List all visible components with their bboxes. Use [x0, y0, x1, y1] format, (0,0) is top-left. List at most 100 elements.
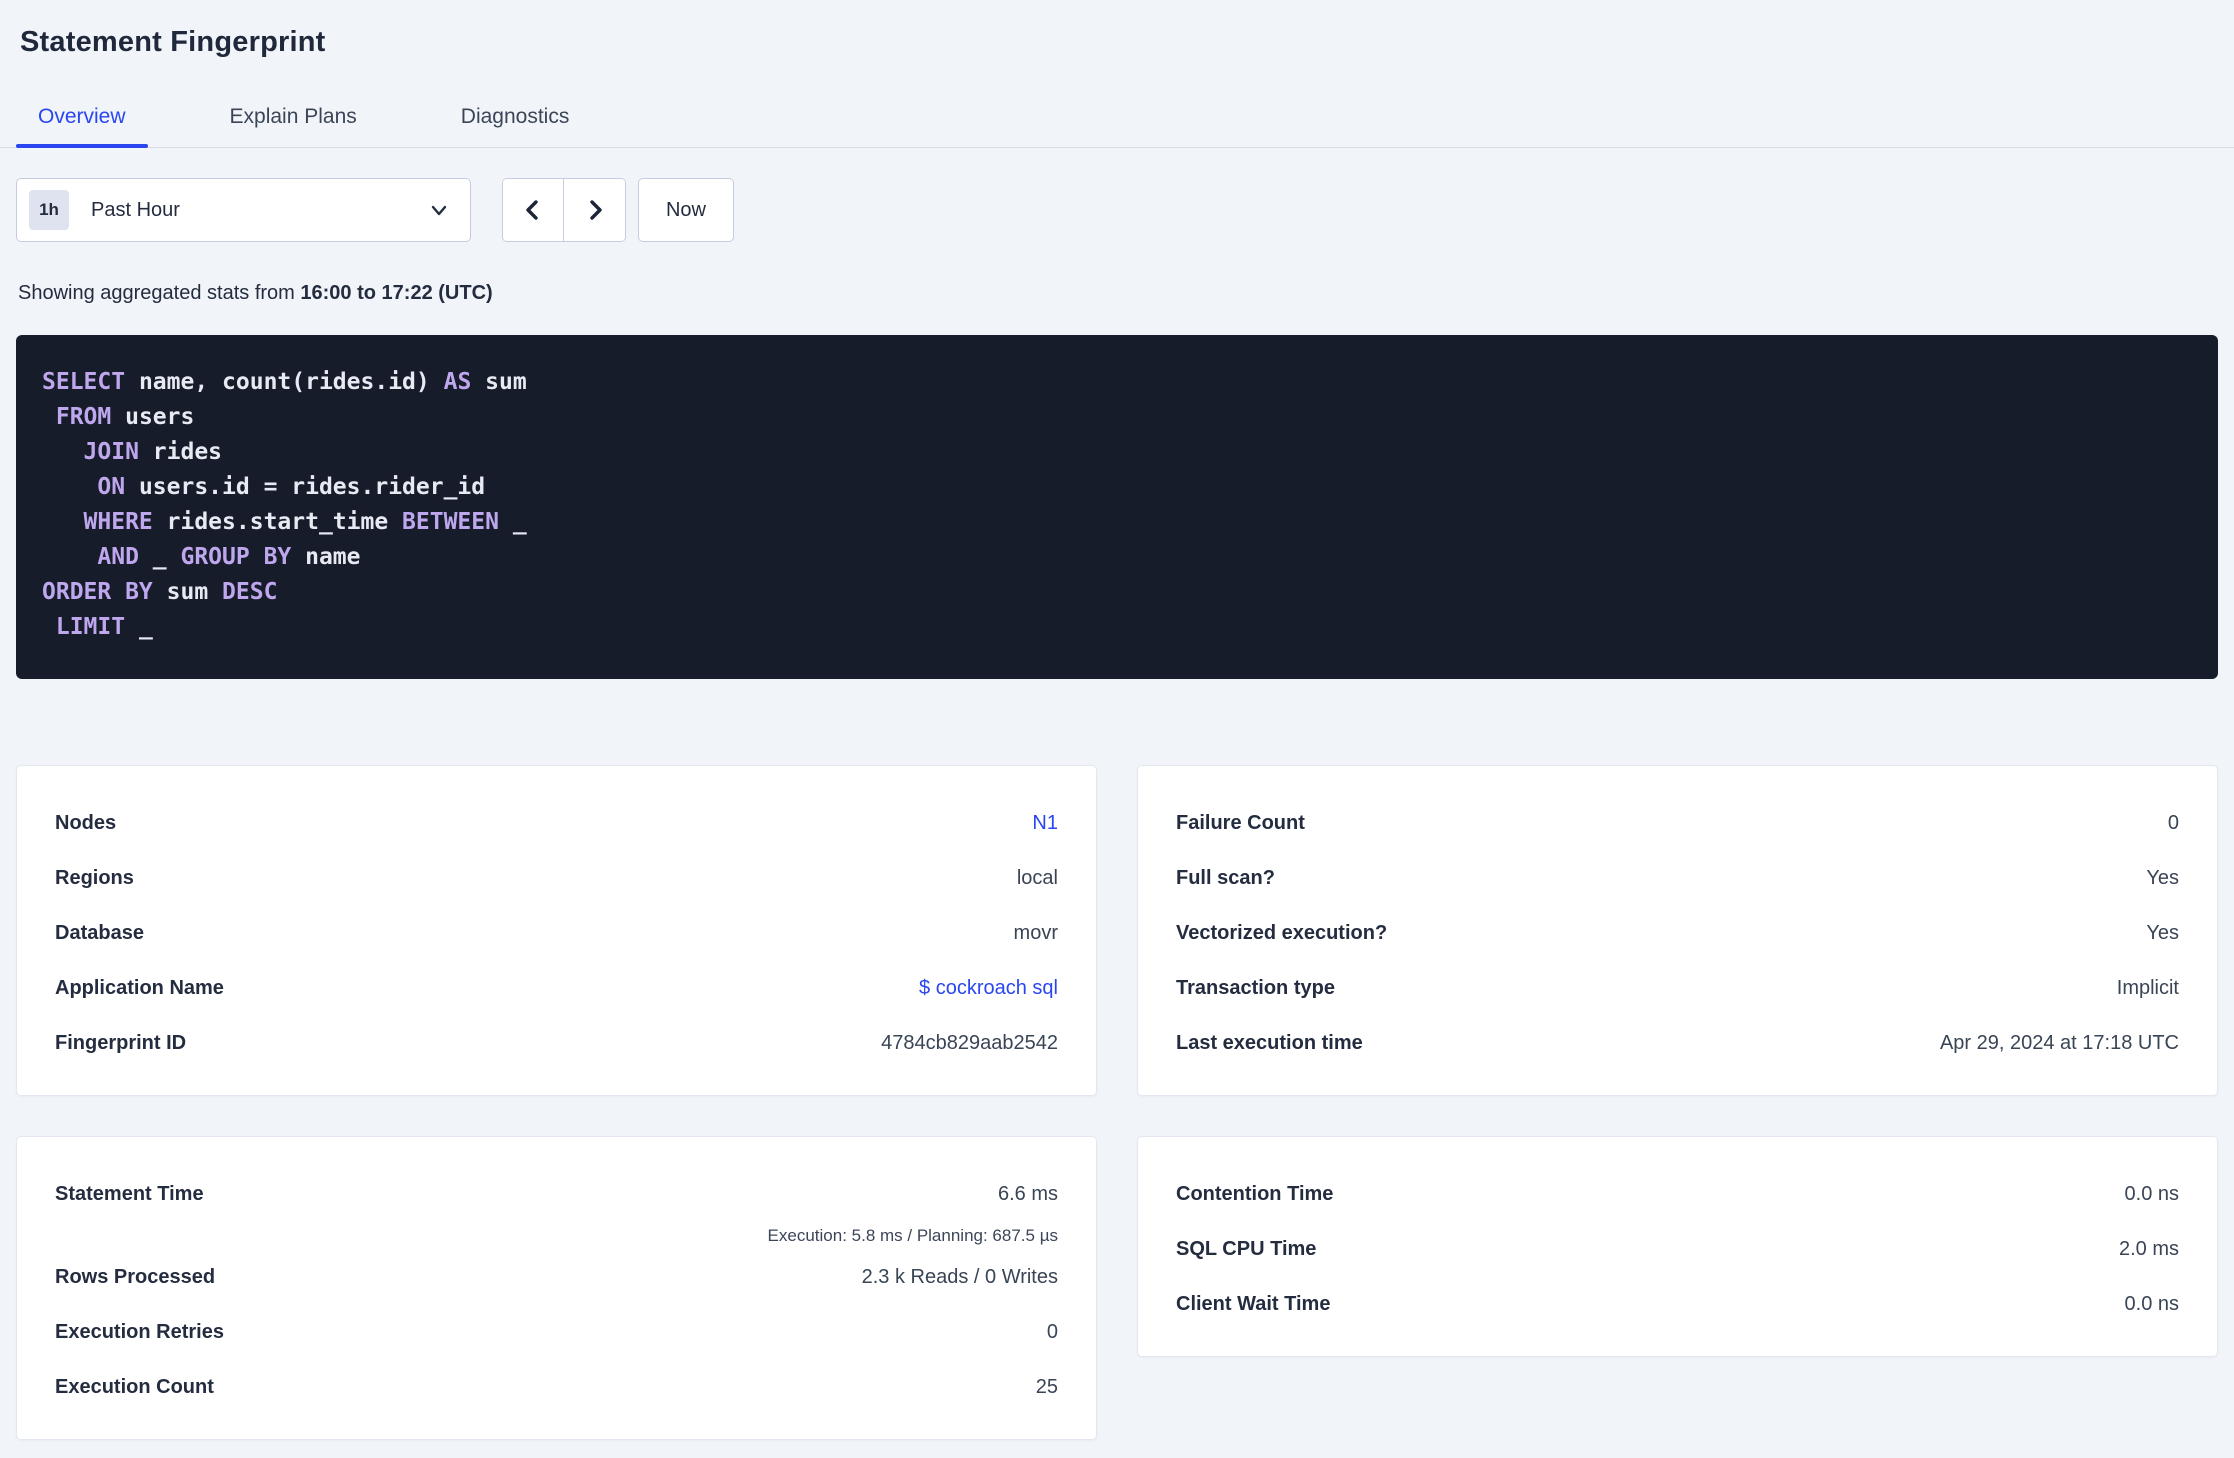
stat-label-transaction-type: Transaction type: [1176, 977, 1335, 999]
wait-time-card: Contention Time 0.0 ns SQL CPU Time 2.0 ms C…: [1137, 1136, 2218, 1357]
stat-value-vectorized-execution: Yes: [2146, 922, 2179, 944]
caption-range: 16:00 to 17:22 (UTC): [300, 282, 493, 304]
stat-value-wrap: 2.0 ms: [2119, 1222, 2179, 1277]
stat-label-execution-retries: Execution Retries: [55, 1321, 224, 1343]
sql-statement-box: SELECT name, count(rides.id) AS sum FROM…: [16, 335, 2218, 679]
stat-row: Transaction type Implicit: [1176, 961, 2179, 1016]
stat-value-database: movr: [1013, 922, 1058, 944]
aggregated-stats-caption: Showing aggregated stats from 16:00 to 1…: [16, 282, 2218, 305]
stat-value-nodes[interactable]: N1: [1032, 796, 1058, 851]
sql-line: FROM users: [42, 400, 2192, 435]
stat-value-wrap: 4784cb829aab2542: [881, 1016, 1058, 1071]
statement-details-card: Nodes N1 Regions local Database movr Applicati…: [16, 765, 1097, 1096]
stat-value-transaction-type: Implicit: [2116, 977, 2179, 999]
stat-value-wrap: $ cockroach sql: [919, 961, 1058, 1016]
sql-line: WHERE rides.start_time BETWEEN _: [42, 505, 2192, 540]
stat-subvalue-statement-time: Execution: 5.8 ms / Planning: 687.5 µs: [767, 1226, 1058, 1245]
stat-value-fingerprint-id: 4784cb829aab2542: [881, 1032, 1058, 1054]
sql-keyword: DESC: [222, 579, 278, 605]
stat-label-statement-time: Statement Time: [55, 1183, 204, 1205]
sql-keyword: AS: [443, 369, 472, 395]
tab-explain-plans[interactable]: Explain Plans: [208, 95, 379, 147]
statement-fingerprint-page: Statement Fingerprint Overview Explain Pl…: [0, 0, 2234, 1458]
stat-row: Database movr: [55, 906, 1058, 961]
stat-row: Execution Count 25: [55, 1360, 1058, 1415]
stat-row: Client Wait Time 0.0 ns: [1176, 1277, 2179, 1332]
stat-value-wrap: 2.3 k Reads / 0 Writes: [862, 1250, 1058, 1305]
sql-keyword: JOIN: [83, 439, 139, 465]
sql-line: AND _ GROUP BY name: [42, 540, 2192, 575]
time-controls: 1h Past Hour Now: [16, 178, 2218, 242]
stat-value-last-execution-time: Apr 29, 2024 at 17:18 UTC: [1939, 1032, 2179, 1054]
stat-value-sql-cpu-time: 2.0 ms: [2118, 1238, 2179, 1260]
stat-value-wrap: Yes: [2146, 906, 2179, 961]
stat-value-statement-time: 6.6 ms: [997, 1183, 1058, 1205]
execution-attributes-card: Failure Count 0 Full scan? Yes Vectorized ex…: [1137, 765, 2218, 1096]
now-button[interactable]: Now: [638, 178, 734, 242]
stat-value-wrap: 25: [1036, 1360, 1058, 1415]
stat-row: SQL CPU Time 2.0 ms: [1176, 1222, 2179, 1277]
stat-label-application-name: Application Name: [55, 977, 224, 999]
stat-label-execution-count: Execution Count: [55, 1376, 214, 1398]
time-pager: [502, 178, 626, 242]
page-title: Statement Fingerprint: [20, 26, 326, 58]
chevron-down-icon: [428, 199, 450, 221]
sql-line: ORDER BY sum DESC: [42, 575, 2192, 610]
stat-row: Nodes N1: [55, 796, 1058, 851]
next-time-button[interactable]: [564, 179, 625, 241]
sql-keyword: SELECT: [42, 369, 126, 395]
stat-label-sql-cpu-time: SQL CPU Time: [1176, 1238, 1317, 1260]
sql-text: users: [111, 404, 195, 430]
stat-row: Vectorized execution? Yes: [1176, 906, 2179, 961]
stat-value-wrap: movr: [1014, 906, 1058, 961]
stat-label-nodes: Nodes: [55, 812, 117, 834]
statement-time-card: Statement Time 6.6 ms Execution: 5.8 ms / …: [16, 1136, 1097, 1440]
prev-time-button[interactable]: [503, 179, 564, 241]
time-range-label: Past Hour: [91, 198, 180, 221]
sql-keyword: LIMIT: [55, 614, 126, 640]
time-range-dropdown[interactable]: 1h Past Hour: [16, 178, 471, 242]
sql-text: _: [498, 509, 527, 535]
time-range-badge: 1h: [29, 190, 69, 230]
tab-overview[interactable]: Overview: [16, 95, 148, 148]
sql-keyword: GROUP BY: [180, 544, 292, 570]
summary-cards-row: Nodes N1 Regions local Database movr Applicati…: [16, 765, 2218, 1096]
sql-line: SELECT name, count(rides.id) AS sum: [42, 365, 2192, 400]
stat-value-wrap: 0.0 ns: [2125, 1277, 2179, 1332]
stat-row: Execution Retries 0: [55, 1305, 1058, 1360]
stat-label-fingerprint-id: Fingerprint ID: [55, 1032, 187, 1054]
stat-label-rows-processed: Rows Processed: [55, 1266, 216, 1288]
sql-text: _: [138, 544, 181, 570]
stat-value-execution-count: 25: [1035, 1376, 1058, 1398]
stat-label-vectorized-execution: Vectorized execution?: [1176, 922, 1388, 944]
sql-keyword: BETWEEN: [402, 509, 499, 535]
sql-text: name: [291, 544, 361, 570]
sql-line: JOIN rides: [42, 435, 2192, 470]
sql-text: name, count(rides.id): [125, 369, 444, 395]
tab-bar: Overview Explain Plans Diagnostics: [0, 95, 2234, 148]
chevron-left-icon: [521, 198, 545, 222]
tab-diagnostics[interactable]: Diagnostics: [439, 95, 592, 147]
stat-row: Failure Count 0: [1176, 796, 2179, 851]
sql-text: rides.start_time: [152, 509, 403, 535]
caption-prefix: Showing aggregated stats from: [18, 282, 301, 304]
stat-value-application-name[interactable]: $ cockroach sql: [919, 961, 1058, 1016]
stat-value-regions: local: [1016, 867, 1058, 889]
stat-value-full-scan: Yes: [2146, 867, 2179, 889]
sql-text: users.id = rides.rider_id: [125, 474, 486, 500]
sql-text: sum: [152, 579, 223, 605]
stat-value-client-wait-time: 0.0 ns: [2124, 1293, 2179, 1315]
sql-text: sum: [471, 369, 527, 395]
sql-keyword: FROM: [55, 404, 112, 430]
stat-value-wrap: 0: [2168, 796, 2179, 851]
sql-keyword: ON: [97, 474, 126, 500]
stat-label-database: Database: [55, 922, 144, 944]
stat-value-wrap: 6.6 ms Execution: 5.8 ms / Planning: 687.…: [768, 1167, 1058, 1250]
stat-value-failure-count: 0: [2167, 812, 2179, 834]
